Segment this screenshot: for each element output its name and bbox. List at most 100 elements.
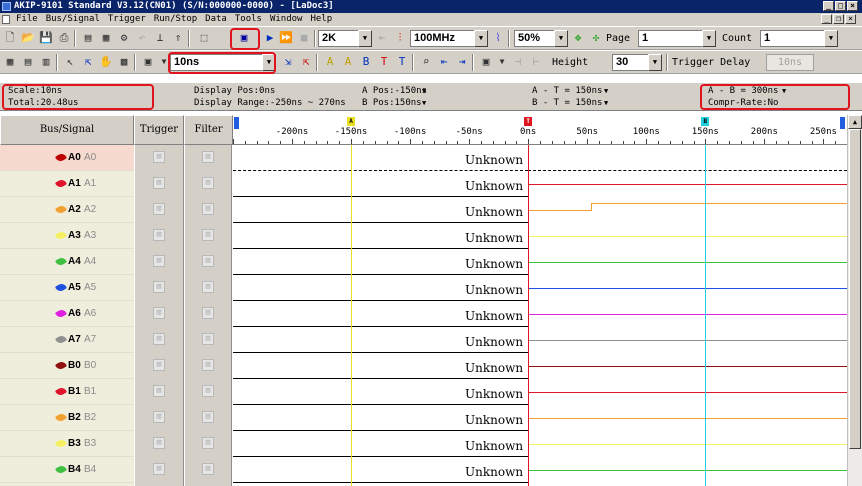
- trigger-dontcare-icon[interactable]: ⊠: [153, 281, 165, 293]
- sample-count-combo[interactable]: 2K: [318, 30, 358, 47]
- vertical-scrollbar[interactable]: ▲: [847, 115, 862, 486]
- filter-dontcare-icon[interactable]: ⊠: [202, 385, 214, 397]
- trigger-dontcare-icon[interactable]: ⊠: [153, 307, 165, 319]
- signal-name-cell[interactable]: B2 B2: [0, 405, 134, 431]
- trigger-cell[interactable]: ⊠: [134, 145, 184, 171]
- waveform-area[interactable]: Unknown: [233, 275, 847, 301]
- trigger-dontcare-icon[interactable]: ⊠: [153, 385, 165, 397]
- doc-close-button[interactable]: ×: [845, 14, 856, 24]
- run-continuous-icon[interactable]: ⏩: [278, 30, 294, 46]
- trigger-dontcare-icon[interactable]: ⊠: [153, 411, 165, 423]
- time-ruler[interactable]: A T B -200ns -150ns -100ns -50ns 0ns 50ns 100n…: [233, 115, 848, 145]
- filter-header[interactable]: Filter: [184, 115, 233, 145]
- hand-icon[interactable]: ✋: [98, 54, 114, 70]
- trigger-cell[interactable]: ⊠: [134, 223, 184, 249]
- trigger-dontcare-icon[interactable]: ⊠: [153, 151, 165, 163]
- grid-view-icon[interactable]: ▦: [2, 54, 18, 70]
- count-combo[interactable]: 1: [760, 30, 824, 47]
- menu-data[interactable]: Data: [201, 13, 231, 26]
- signal-row[interactable]: B0 B0 ⊠ ⊠ Unknown: [0, 353, 847, 379]
- filter-dontcare-icon[interactable]: ⊠: [202, 359, 214, 371]
- waveform-area[interactable]: Unknown: [233, 301, 847, 327]
- signal-row[interactable]: A2 A2 ⊠ ⊠ Unknown: [0, 197, 847, 223]
- trigger-setup-icon[interactable]: ⊥: [152, 30, 168, 46]
- next-edge-icon[interactable]: ⊢: [528, 54, 544, 70]
- stop-icon[interactable]: ■: [296, 30, 312, 46]
- trigger-cell[interactable]: ⊠: [134, 327, 184, 353]
- filter-cell[interactable]: ⊠: [184, 145, 232, 171]
- filter-cell[interactable]: ⊠: [184, 197, 232, 223]
- trigger-dontcare-icon[interactable]: ⊠: [153, 229, 165, 241]
- signal-name-cell[interactable]: B3 B3: [0, 431, 134, 457]
- waveform-area[interactable]: Unknown: [233, 457, 847, 483]
- waveform-area[interactable]: Unknown: [233, 431, 847, 457]
- menu-window[interactable]: Window: [266, 13, 307, 26]
- pointer-icon[interactable]: ↖: [62, 54, 78, 70]
- waveform-area[interactable]: Unknown: [233, 145, 847, 171]
- filter-cell[interactable]: ⊠: [184, 275, 232, 301]
- trigger-dontcare-icon[interactable]: ⊠: [153, 177, 165, 189]
- cursor-a-marker[interactable]: A: [347, 117, 356, 126]
- export-icon[interactable]: ▣: [478, 54, 494, 70]
- trigger-dontcare-icon[interactable]: ⊠: [153, 255, 165, 267]
- signal-name-cell[interactable]: A7 A7: [0, 327, 134, 353]
- set-trigger-icon[interactable]: T: [376, 54, 392, 70]
- waveform-area[interactable]: Unknown: [233, 197, 847, 223]
- filter-cell[interactable]: ⊠: [184, 379, 232, 405]
- a-pos-dropdown[interactable]: ▼: [422, 86, 426, 97]
- range-start-marker[interactable]: [234, 117, 239, 129]
- trigger-cell[interactable]: ⊠: [134, 171, 184, 197]
- open-folder-icon[interactable]: 📂: [20, 30, 36, 46]
- save-icon[interactable]: 💾: [38, 30, 54, 46]
- trigger-cell[interactable]: ⊠: [134, 353, 184, 379]
- waveform-area[interactable]: Unknown: [233, 249, 847, 275]
- trigger-edge-icon[interactable]: ⇑: [170, 30, 186, 46]
- menu-bus-signal[interactable]: Bus/Signal: [42, 13, 104, 26]
- trigger-line[interactable]: [528, 145, 530, 486]
- signal-settings-icon[interactable]: ⚙: [116, 30, 132, 46]
- signal-name-cell[interactable]: A3 A3: [0, 223, 134, 249]
- signal-row[interactable]: A0 A0 ⊠ ⊠ Unknown: [0, 145, 847, 171]
- filter-dontcare-icon[interactable]: ⊠: [202, 177, 214, 189]
- a-minus-t-dropdown[interactable]: ▼: [604, 86, 608, 97]
- filter-dontcare-icon[interactable]: ⊠: [202, 203, 214, 215]
- trigger-cell[interactable]: ⊠: [134, 379, 184, 405]
- signal-row[interactable]: A3 A3 ⊠ ⊠ Unknown: [0, 223, 847, 249]
- filter-cell[interactable]: ⊠: [184, 327, 232, 353]
- minimize-button[interactable]: _: [823, 1, 834, 11]
- signal-row[interactable]: B2 B2 ⊠ ⊠ Unknown: [0, 405, 847, 431]
- count-dropdown[interactable]: ▼: [824, 30, 838, 47]
- menu-help[interactable]: Help: [306, 13, 336, 26]
- height-dropdown[interactable]: ▼: [648, 54, 662, 71]
- set-cursor-a-icon[interactable]: A: [322, 54, 338, 70]
- undo-icon[interactable]: ↶: [134, 30, 150, 46]
- waveform-area[interactable]: Unknown: [233, 353, 847, 379]
- select-icon[interactable]: ⇱: [80, 54, 96, 70]
- search-next-icon[interactable]: ⇥: [454, 54, 470, 70]
- waveform-area[interactable]: Unknown: [233, 405, 847, 431]
- trigger-cell[interactable]: ⊠: [134, 275, 184, 301]
- add-bus-icon[interactable]: ▤: [80, 30, 96, 46]
- filter-dontcare-icon[interactable]: ⊠: [202, 411, 214, 423]
- waveform-icon[interactable]: ⌇: [490, 30, 506, 46]
- signal-row[interactable]: A6 A6 ⊠ ⊠ Unknown: [0, 301, 847, 327]
- measure-icon[interactable]: ▩: [116, 54, 132, 70]
- signal-name-cell[interactable]: B0 B0: [0, 353, 134, 379]
- page-dropdown[interactable]: ▼: [702, 30, 716, 47]
- signal-row[interactable]: B1 B1 ⊠ ⊠ Unknown: [0, 379, 847, 405]
- trigger-cell[interactable]: ⊠: [134, 457, 184, 483]
- filter-dontcare-icon[interactable]: ⊠: [202, 307, 214, 319]
- cursor-b-line[interactable]: [705, 145, 707, 486]
- filter-dontcare-icon[interactable]: ⊠: [202, 229, 214, 241]
- signal-name-cell[interactable]: A1 A1: [0, 171, 134, 197]
- signal-name-cell[interactable]: A0 A0: [0, 145, 134, 171]
- filter-cell[interactable]: ⊠: [184, 353, 232, 379]
- compress-icon[interactable]: ⇤: [374, 30, 390, 46]
- search-prev-icon[interactable]: ⇤: [436, 54, 452, 70]
- run-icon[interactable]: ▶: [262, 30, 278, 46]
- signal-row[interactable]: A4 A4 ⊠ ⊠ Unknown: [0, 249, 847, 275]
- filter-dontcare-icon[interactable]: ⊠: [202, 333, 214, 345]
- new-file-icon[interactable]: 🗋: [2, 30, 18, 46]
- display-mode-icon[interactable]: ▣: [140, 54, 156, 70]
- scroll-up-button[interactable]: ▲: [848, 115, 862, 129]
